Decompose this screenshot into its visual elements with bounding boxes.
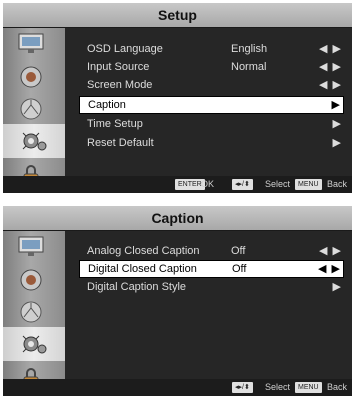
menu-sidebar — [3, 231, 65, 389]
navigate-arrows-icon: ◂▸/⬍ — [232, 382, 253, 393]
menu-key-chip: MENU — [295, 382, 322, 393]
menu-item-osd-language[interactable]: OSD Language English ◀ ▶ — [79, 41, 344, 57]
item-label: OSD Language — [87, 43, 163, 55]
menu-sidebar — [3, 28, 65, 186]
right-arrow-icon: ▶ — [332, 281, 342, 293]
item-label: Reset Default — [87, 137, 154, 149]
key-hint-bar: ◂▸/⬍ Select MENU Back — [3, 379, 352, 396]
navigate-arrows-icon: ◂▸/⬍ — [232, 179, 253, 190]
left-right-arrows-icon: ◀ ▶ — [318, 263, 341, 275]
item-value: Normal — [231, 61, 267, 73]
channel-icon[interactable] — [14, 96, 48, 122]
left-right-arrows-icon: ◀ ▶ — [319, 61, 342, 73]
item-value: English — [231, 43, 268, 55]
menu-item-reset-default[interactable]: Reset Default ▶ — [79, 135, 344, 151]
menu-item-screen-mode[interactable]: Screen Mode ◀ ▶ — [79, 77, 344, 93]
back-hint: Back — [327, 179, 348, 189]
key-hint-bar: ENTER OK ◂▸/⬍ Select MENU Back — [3, 176, 352, 193]
select-hint: Select — [265, 179, 291, 189]
caption-menu-panel: Caption Analog Closed Caption Off ◀ ▶ Di… — [3, 206, 352, 396]
right-arrow-icon: ▶ — [332, 137, 342, 149]
ok-hint: OK — [201, 179, 215, 189]
left-right-arrows-icon: ◀ ▶ — [319, 79, 342, 91]
select-hint: Select — [265, 382, 291, 392]
back-hint: Back — [327, 382, 348, 392]
right-arrow-icon: ▶ — [332, 118, 342, 130]
item-label: Digital Caption Style — [87, 281, 187, 293]
item-value: Off — [231, 245, 246, 257]
picture-icon[interactable] — [14, 234, 48, 260]
left-right-arrows-icon: ◀ ▶ — [319, 245, 342, 257]
item-label: Caption — [88, 99, 126, 111]
item-value: Off — [232, 263, 247, 275]
menu-item-caption[interactable]: Caption ▶ — [79, 96, 344, 114]
left-right-arrows-icon: ◀ ▶ — [319, 43, 342, 55]
right-arrow-icon: ▶ — [331, 99, 341, 111]
audio-icon[interactable] — [14, 267, 48, 293]
setup-menu-panel: Setup OSD Language English ◀ ▶ Input Sou… — [3, 3, 352, 193]
menu-item-analog-closed-caption[interactable]: Analog Closed Caption Off ◀ ▶ — [79, 243, 344, 259]
setup-icon[interactable] — [3, 124, 65, 158]
item-label: Digital Closed Caption — [88, 263, 197, 275]
menu-item-digital-closed-caption[interactable]: Digital Closed Caption Off ◀ ▶ — [79, 260, 344, 278]
picture-icon[interactable] — [14, 31, 48, 57]
menu-item-digital-caption-style[interactable]: Digital Caption Style ▶ — [79, 279, 344, 295]
menu-key-chip: MENU — [295, 179, 322, 190]
setup-icon[interactable] — [3, 327, 65, 361]
item-label: Screen Mode — [87, 79, 153, 91]
menu-item-time-setup[interactable]: Time Setup ▶ — [79, 116, 344, 132]
item-label: Input Source — [87, 61, 150, 73]
menu-item-input-source[interactable]: Input Source Normal ◀ ▶ — [79, 59, 344, 75]
item-label: Analog Closed Caption — [87, 245, 200, 257]
channel-icon[interactable] — [14, 299, 48, 325]
menu-title: Setup — [3, 3, 352, 28]
menu-title: Caption — [3, 206, 352, 231]
item-label: Time Setup — [87, 118, 143, 130]
audio-icon[interactable] — [14, 64, 48, 90]
